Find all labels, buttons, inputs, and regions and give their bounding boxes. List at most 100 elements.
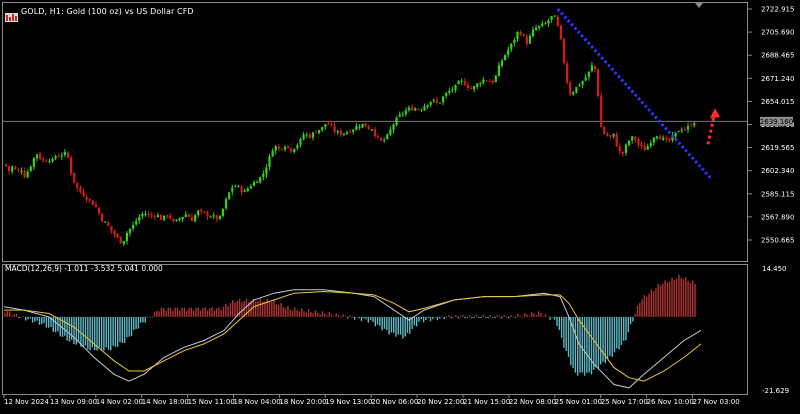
candle-body [634, 137, 637, 140]
macd-hist-bar [289, 309, 291, 317]
candle-body [342, 133, 345, 135]
candle-body [392, 124, 395, 130]
macd-hist-bar [110, 316, 112, 351]
macd-hist-bar [687, 280, 689, 317]
macd-hist-bar [241, 302, 243, 317]
current-price-tag: 2639.160 [760, 116, 793, 126]
macd-hist-bar [82, 316, 84, 348]
candle-body [401, 113, 404, 115]
price-tick-label: 2585.115 [761, 190, 794, 198]
candle-body [42, 159, 45, 161]
macd-hist-bar [179, 310, 181, 317]
candle-body [305, 134, 308, 136]
macd-hist-bar [100, 316, 103, 350]
time-tick-label: 22 Nov 08:00 [509, 398, 556, 406]
macd-hist-bar [13, 314, 15, 317]
candles-layer [4, 14, 696, 247]
macd-hist-bar [593, 316, 595, 370]
macd-hist-bar [480, 316, 482, 318]
macd-hist-bar [508, 316, 510, 319]
macd-hist-bar [38, 316, 41, 325]
macd-hist-bar [554, 316, 556, 320]
candle-body [271, 150, 274, 157]
candle-body [197, 210, 200, 216]
macd-hist-bar [158, 311, 160, 317]
time-tick-label: 20 Nov 06:00 [371, 398, 418, 406]
candle-body [597, 69, 600, 97]
macd-hist-bar [616, 316, 618, 349]
candle-body [290, 148, 293, 152]
candle-body [491, 80, 494, 83]
time-tick-label: 27 Nov 03:00 [693, 398, 740, 406]
candle-body [14, 167, 17, 169]
candle-body [218, 216, 221, 219]
candle-body [212, 215, 215, 217]
macd-hist-bar [282, 307, 284, 317]
macd-hist-bar [425, 316, 427, 321]
candle-body [336, 131, 339, 133]
macd-hist-bar [301, 308, 303, 317]
macd-hist-bar [395, 316, 397, 337]
macd-hist-bar [510, 314, 512, 317]
macd-hist-bar [303, 311, 305, 317]
candle-body [125, 233, 128, 242]
candle-body [600, 95, 603, 127]
macd-hist-bar [119, 316, 121, 343]
macd-hist-bar [673, 279, 675, 317]
macd-hist-bar [503, 314, 505, 317]
candle-body [522, 34, 525, 37]
price-tick-label: 2619.565 [761, 144, 794, 152]
macd-hist-bar [583, 316, 586, 376]
candle-body [259, 177, 262, 183]
candle-body [166, 215, 169, 217]
macd-hist-bar [268, 301, 271, 317]
macd-hist-bar [160, 307, 163, 317]
candle-body [144, 213, 147, 215]
macd-pane[interactable] [2, 264, 748, 395]
macd-hist-bar [328, 312, 330, 317]
candle-body [268, 156, 271, 168]
macd-hist-bar [8, 311, 11, 317]
macd-hist-bar [487, 316, 489, 319]
candle-body [407, 107, 411, 111]
candle-body [544, 23, 547, 25]
candle-body [29, 166, 32, 172]
macd-hist-bar [312, 313, 314, 317]
macd-hist-bar [287, 305, 289, 317]
trading-chart[interactable]: 2722.915 2705.690 2688.465 2671.240 2654.015… [0, 0, 800, 410]
candle-body [355, 126, 358, 131]
price-tick-label: 2722.915 [761, 6, 794, 14]
price-tick-label: 2550.665 [761, 237, 794, 245]
macd-hist-bar [29, 316, 31, 319]
macd-hist-bar [379, 316, 381, 326]
macd-hist-bar [372, 316, 374, 322]
macd-hist-bar [213, 310, 215, 317]
macd-hist-bar [317, 312, 319, 317]
candle-body [178, 218, 181, 220]
macd-hist-bar [441, 316, 443, 317]
candle-body [17, 169, 20, 171]
macd-hist-bar [128, 316, 130, 337]
macd-hist-bar [324, 313, 326, 317]
time-tick-label: 20 Nov 22:00 [417, 398, 464, 406]
macd-hist-bar [4, 312, 6, 317]
macd-hist-bar [609, 316, 611, 356]
trendline-layer[interactable] [556, 7, 712, 179]
projection-arrow-head [710, 108, 720, 119]
chart-shift-marker-icon[interactable] [695, 3, 703, 8]
candle-body [659, 136, 662, 140]
macd-hist-bar [27, 316, 29, 320]
candle-body [169, 215, 172, 219]
candle-body [504, 55, 507, 60]
candle-body [603, 126, 606, 135]
candle-body [535, 27, 538, 30]
macd-hist-bar [367, 316, 370, 323]
macd-hist-bar [418, 316, 420, 322]
candle-body [32, 157, 35, 168]
candle-body [389, 129, 392, 135]
macd-hist-bar [234, 302, 236, 317]
macd-hist-bar [434, 316, 436, 318]
macd-hist-bar [172, 310, 174, 317]
macd-hist-bar [498, 316, 501, 318]
candle-body [376, 136, 380, 138]
